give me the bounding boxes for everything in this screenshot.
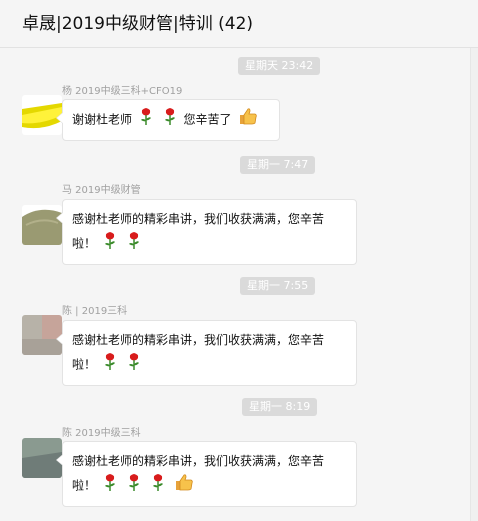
rose-icon	[127, 352, 141, 378]
timestamp: 星期一 7:55	[240, 277, 316, 295]
rose-icon	[139, 107, 153, 133]
message-bubble[interactable]: 感谢杜老师的精彩串讲，我们收获满满，您辛苦 啦！	[56, 320, 357, 386]
message-bubble[interactable]: 感谢杜老师的精彩串讲，我们收获满满，您辛苦 啦！	[56, 441, 357, 507]
sender-name-text: 马 2019中级财管	[62, 185, 141, 196]
thumbs-up-icon	[174, 473, 194, 499]
sender-name-text: 陈 2019中级三科	[62, 428, 141, 439]
message-bubble[interactable]: 谢谢杜老师 您辛苦了	[56, 99, 280, 141]
sender-name: 陈 | 2019三科	[62, 302, 127, 317]
rose-icon	[127, 473, 141, 499]
sender-name: 陈 2019中级三科	[62, 424, 141, 439]
rose-icon	[151, 473, 165, 499]
message-text-2: 啦！	[72, 478, 97, 493]
timestamp: 星期天 23:42	[238, 57, 321, 75]
message-bubble[interactable]: 感谢杜老师的精彩串讲，我们收获满满，您辛苦 啦！	[56, 199, 357, 265]
rose-icon	[163, 107, 177, 133]
rose-icon	[103, 231, 117, 257]
sender-name: 杨 2019中级三科+CFO19	[62, 82, 182, 97]
avatar[interactable]	[22, 205, 62, 245]
rose-icon	[103, 473, 117, 499]
timestamp: 星期一 7:47	[240, 156, 316, 174]
message-text: 谢谢杜老师	[72, 112, 133, 127]
sender-name-text: 杨 2019中级三科+CFO19	[62, 86, 183, 97]
chat-header: 卓晟|2019中级财管|特训 (42)	[0, 0, 478, 48]
message-text: 感谢杜老师的精彩串讲，我们收获满满，您辛苦	[72, 333, 325, 347]
thumbs-up-icon	[238, 107, 258, 133]
message-text-2: 啦！	[72, 236, 97, 251]
sender-name-text: 陈 | 2019三科	[62, 306, 128, 317]
message-text-2: 啦！	[72, 357, 97, 372]
rose-icon	[103, 352, 117, 378]
scrollbar[interactable]	[470, 48, 478, 521]
timestamp: 星期一 8:19	[242, 398, 318, 416]
sender-name: 马 2019中级财管	[62, 181, 141, 196]
rose-icon	[127, 231, 141, 257]
message-text-2: 您辛苦了	[183, 112, 232, 127]
message-text: 感谢杜老师的精彩串讲，我们收获满满，您辛苦	[72, 454, 325, 468]
avatar-image	[22, 205, 62, 245]
chat-title[interactable]: 卓晟|2019中级财管|特训 (42)	[22, 9, 253, 34]
message-text: 感谢杜老师的精彩串讲，我们收获满满，您辛苦	[72, 212, 325, 226]
